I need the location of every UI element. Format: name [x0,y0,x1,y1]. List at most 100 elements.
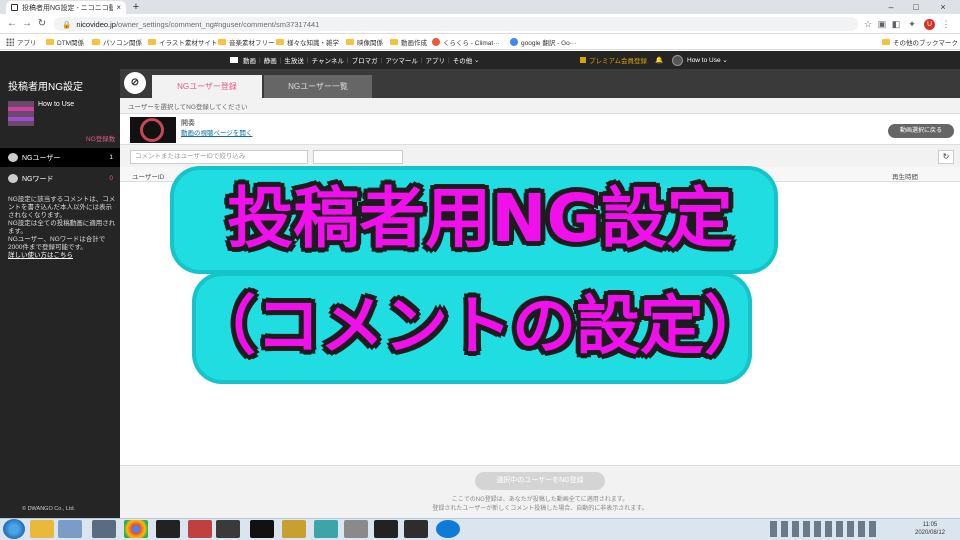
app-icon[interactable] [404,520,428,538]
tab-ng-user-register[interactable]: NGユーザー登録 [152,75,262,98]
chevron-down-icon: ⌄ [472,57,480,64]
folder-icon [46,39,54,45]
app-icon[interactable] [250,520,274,538]
url-field[interactable]: 🔒 nicovideo.jp/owner_settings/comment_ng… [54,17,858,31]
sidebar-username: How to Use [38,101,75,108]
bookmark-folder[interactable]: 映像関係 [346,36,383,48]
weather-icon [432,38,440,46]
folder-icon [148,39,156,45]
reload-icon[interactable]: ↻ [36,17,48,31]
premium-icon [580,57,586,63]
video-thumbnail[interactable] [130,117,176,143]
bookmark-apps[interactable]: アプリ [6,36,37,48]
register-ng-button[interactable]: 選択中のユーザーをNG登録 [475,472,605,490]
close-window-button[interactable]: × [932,0,954,14]
menu-douga[interactable]: 動画 [243,55,256,65]
back-arrow-icon[interactable]: ← [6,17,18,31]
overlay-subtitle: （コメントの設定） [192,290,768,364]
tab-ng-user-list[interactable]: NGユーザー一覧 [264,75,372,98]
menu-kebab-icon[interactable]: ⋮ [940,18,952,30]
browser-tab[interactable]: 投稿者用NG設定 - ニコニコ動画 × [6,1,126,14]
sidebar-item-ng-user[interactable]: NGユーザー 1 [0,148,120,167]
maximize-button[interactable]: □ [905,0,927,14]
overlay-title: 投稿者用NG設定 [227,180,733,257]
extension-2-icon[interactable]: ◧ [890,18,902,30]
app-icon[interactable] [58,520,82,538]
folder-icon [92,39,100,45]
folder-icon [882,39,890,45]
explorer-icon[interactable] [30,520,54,538]
nico-header [0,51,960,69]
ng-count-label: NG登録数 [86,136,116,143]
app-icon[interactable] [188,520,212,538]
copyright: © DWANGO Co., Ltd. [22,506,76,512]
edge-icon[interactable] [436,520,460,538]
menu-other[interactable]: その他 [453,55,473,65]
app-icon[interactable] [282,520,306,538]
menu-atsumaru[interactable]: アツマール [385,55,418,65]
bell-icon[interactable]: 🔔 [655,51,663,69]
url-path: /owner_settings/comment_ng#nguser/commen… [115,19,320,29]
new-tab-button[interactable]: + [130,1,142,13]
menu-seiga[interactable]: 静画 [264,55,277,65]
menu-blomaga[interactable]: ブロマガ [352,55,378,65]
minimize-button[interactable]: – [880,0,902,14]
start-button[interactable] [3,519,25,539]
sidebar-description: NG設定に該当するコメントは、コメントを書き込んだ本人以外には表示されなくなりま… [8,196,116,260]
help-link[interactable]: 詳しい使い方はこちら [8,252,116,260]
bookmark-other[interactable]: その他のブックマーク [882,36,958,48]
star-icon[interactable]: ☆ [862,18,874,30]
folder-icon [276,39,284,45]
app-icon[interactable] [314,520,338,538]
tv-icon [230,57,238,63]
folder-icon [390,39,398,45]
google-icon [510,38,518,46]
user-thumbnail [8,101,34,126]
menu-channel[interactable]: チャンネル [312,55,344,65]
bookmark-folder[interactable]: 動画作成 [390,36,427,48]
refresh-icon[interactable]: ↻ [938,150,954,164]
menu-app[interactable]: アプリ [426,55,446,65]
browser-tab-bar [0,0,960,14]
bookmark-folder[interactable]: 音楽素材フリー [218,36,275,48]
bookmark-folder[interactable]: 様々な知識・雑学 [276,36,339,48]
bookmark-google-translate[interactable]: google 翻訳 - Go··· [510,36,576,48]
profile-avatar[interactable]: U [924,19,935,30]
filter-button[interactable] [313,150,403,164]
extension-icon[interactable]: ▣ [876,18,888,30]
premium-link[interactable]: プレミアム会員登録 [580,51,647,69]
ng-user-count: 1 [109,154,113,161]
clock[interactable]: 11:05 2020/08/12 [905,521,955,537]
system-tray-icons[interactable] [770,521,880,537]
user-ng-icon [8,153,18,162]
url-host: nicovideo.jp [76,19,116,29]
footer-note-1: ここでのNG登録は、あなたが投稿した動画全てに適用されます。 [451,497,629,503]
film-icon[interactable] [374,520,398,538]
app-icon[interactable] [92,520,116,538]
ng-word-count: 0 [109,175,113,182]
tab-close-icon[interactable]: × [116,3,121,12]
folder-icon [218,39,226,45]
back-to-video-select-button[interactable]: 動画選択に戻る [888,124,954,138]
sidebar-item-ng-word[interactable]: NGワード 0 [0,169,120,188]
tab-favicon-icon [11,4,18,11]
menu-live[interactable]: 生放送 [284,55,304,65]
user-avatar [672,54,683,66]
forward-arrow-icon[interactable]: → [21,17,33,31]
bookmark-climate[interactable]: くらくら - Climat··· [432,36,500,48]
puzzle-icon[interactable]: ✦ [906,18,918,30]
app-icon[interactable] [344,520,368,538]
bookmark-folder[interactable]: パソコン関係 [92,36,142,48]
chrome-icon[interactable] [124,520,148,538]
footer-note-2: 登録されたユーザーが新しくコメント投稿した場合、自動的に非表示されます。 [432,506,648,512]
bookmark-folder[interactable]: DTM関係 [46,36,84,48]
filter-input[interactable]: コメントまたはユーザーIDで絞り込み [130,150,308,164]
music-icon[interactable] [156,520,180,538]
user-menu[interactable]: How to Use ⌄ [672,51,728,69]
lock-icon: 🔒 [62,19,72,29]
instruction-text: ユーザーを選択してNG登録してください [128,104,248,111]
bookmark-folder[interactable]: イラスト素材サイト [148,36,217,48]
chevron-down-icon: ⌄ [720,57,728,64]
app-icon[interactable] [216,520,240,538]
video-watch-link[interactable]: 動画の視聴ページを開く [181,127,252,137]
